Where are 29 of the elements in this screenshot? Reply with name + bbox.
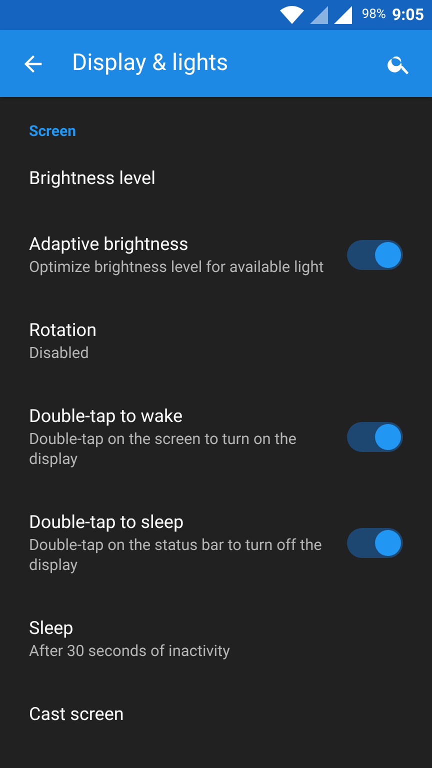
- settings-item[interactable]: Double-tap to sleep Double-tap on the status bar to turn off the display: [0, 490, 432, 596]
- item-subtitle: After 30 seconds of inactivity: [29, 641, 231, 661]
- settings-item[interactable]: Rotation Disabled: [0, 298, 432, 384]
- toggle-switch[interactable]: [347, 528, 403, 558]
- settings-item[interactable]: Adaptive brightness Optimize brightness level for available light: [0, 212, 432, 298]
- item-title: Double-tap to sleep: [29, 511, 185, 535]
- item-title: Adaptive brightness: [29, 233, 190, 257]
- signal-icon: [334, 6, 352, 24]
- item-title: Cast screen: [29, 703, 125, 727]
- settings-item[interactable]: Cast screen: [0, 682, 432, 748]
- item-title: Double-tap to wake: [29, 405, 184, 429]
- signal-icon: [310, 6, 328, 24]
- item-subtitle: Double-tap on the status bar to turn off the display: [29, 535, 323, 575]
- page-title: Display & lights: [72, 48, 230, 78]
- item-subtitle: Optimize brightness level for available light: [29, 257, 325, 277]
- item-subtitle: Disabled: [29, 343, 90, 363]
- item-subtitle: Double-tap on the screen to turn on the display: [29, 429, 298, 469]
- item-title: Sleep: [29, 617, 74, 641]
- item-title: Rotation: [29, 319, 98, 343]
- section-header: Screen: [29, 122, 76, 140]
- toggle-switch[interactable]: [347, 422, 403, 452]
- settings-item[interactable]: Double-tap to wake Double-tap on the screen to turn on the display: [0, 384, 432, 490]
- wifi-icon: [280, 6, 304, 24]
- battery-text: 98%: [362, 6, 386, 24]
- settings-item[interactable]: Sleep After 30 seconds of inactivity: [0, 596, 432, 682]
- settings-item[interactable]: Brightness level: [0, 146, 432, 212]
- item-title: Brightness level: [29, 167, 156, 191]
- clock-text: 9:05: [392, 4, 424, 26]
- toggle-switch[interactable]: [347, 240, 403, 270]
